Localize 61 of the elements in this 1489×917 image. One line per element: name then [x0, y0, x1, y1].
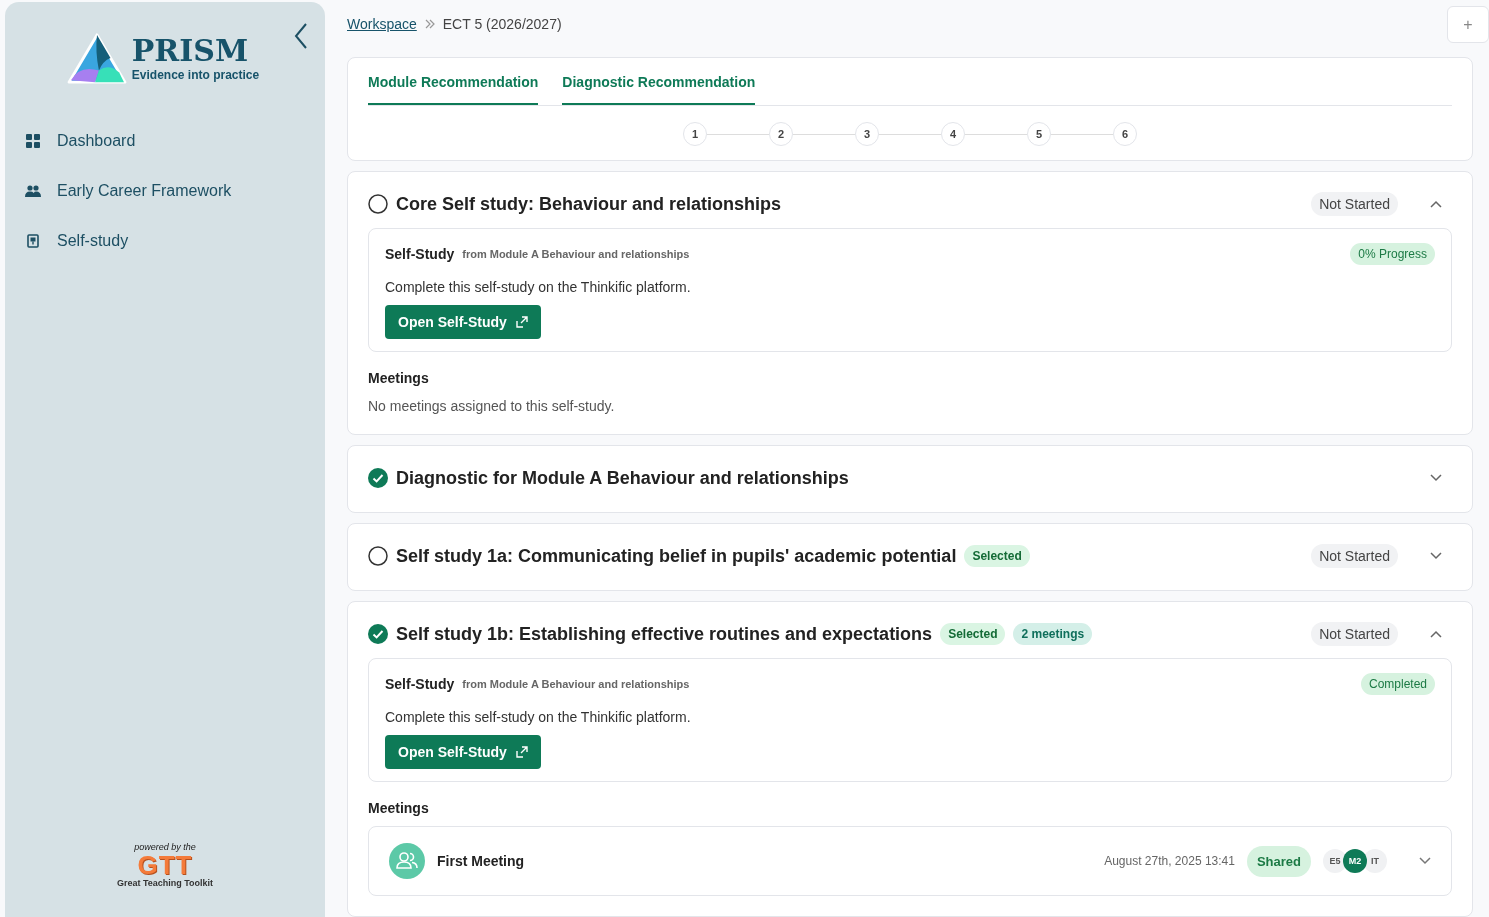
study-description: Complete this self-study on the Thinkific platform.: [385, 709, 692, 725]
prism-logo-icon: [65, 32, 128, 86]
study-label: Self-Study: [385, 676, 455, 692]
meetings-heading: Meetings: [368, 800, 430, 816]
logo-tagline: Evidence into practice: [131, 68, 260, 82]
check-circle-icon[interactable]: [368, 468, 388, 488]
section-title: Self study 1b: Establishing effective routines and expectations: [396, 623, 933, 645]
avatar: E5: [1323, 849, 1347, 873]
board-icon: [25, 234, 41, 248]
tag: Selected: [964, 545, 1030, 567]
breadcrumb-link[interactable]: Workspace: [347, 16, 417, 32]
tab[interactable]: Module Recommendation: [368, 74, 539, 105]
radio-circle-icon[interactable]: [368, 194, 388, 214]
status-badge: Not Started: [1311, 544, 1398, 568]
meetings-heading: Meetings: [368, 370, 430, 386]
section-title: Self study 1a: Communicating belief in pupils' academic potential: [396, 545, 957, 567]
progress-badge: 0% Progress: [1350, 243, 1435, 265]
caret-icon[interactable]: [1430, 630, 1442, 638]
section-title: Core Self study: Behaviour and relationships: [396, 193, 782, 215]
study-description: Complete this self-study on the Thinkific platform.: [385, 279, 692, 295]
open-self-study-button[interactable]: Open Self-Study: [385, 305, 541, 339]
avatar: M2: [1343, 849, 1367, 873]
gtt-subtitle: Great Teaching Toolkit: [116, 878, 214, 888]
radio-circle-icon[interactable]: [368, 546, 388, 566]
study-source: from Module A Behaviour and relationships: [462, 678, 690, 690]
chevron-right-icon: [424, 19, 435, 29]
breadcrumb-current: ECT 5 (2026/2027): [442, 16, 562, 32]
caret-icon[interactable]: [1419, 857, 1431, 865]
meeting-title: First Meeting: [437, 853, 525, 869]
check-circle-icon[interactable]: [368, 624, 388, 644]
section-title: Diagnostic for Module A Behaviour and relationships: [396, 467, 849, 489]
grid-icon: [25, 134, 41, 148]
people-icon: [389, 843, 425, 879]
meeting-row[interactable]: First Meeting August 27th, 2025 13:41 Shared E5 M2 IT: [368, 826, 1452, 896]
progress-badge: Completed: [1360, 673, 1435, 695]
collapse-icon[interactable]: [294, 22, 308, 50]
tag: 2 meetings: [1013, 623, 1093, 645]
nav-item[interactable]: Self-study: [5, 216, 325, 266]
tag: Selected: [940, 623, 1006, 645]
tab[interactable]: Diagnostic Recommendation: [562, 74, 756, 105]
status-badge: Not Started: [1311, 622, 1398, 646]
external-link-icon: [515, 316, 528, 328]
avatar: IT: [1363, 849, 1387, 873]
nav-item[interactable]: Early Career Framework: [5, 166, 325, 216]
add-button[interactable]: +: [1447, 6, 1489, 43]
empty-message: No meetings assigned to this self-study.: [368, 398, 616, 414]
status-badge: Not Started: [1311, 192, 1398, 216]
shared-badge: Shared: [1246, 845, 1311, 877]
logo-wordmark: PRISM: [131, 36, 250, 66]
caret-icon[interactable]: [1430, 552, 1442, 560]
study-label: Self-Study: [385, 246, 455, 262]
gtt-logo: GTT: [137, 852, 193, 878]
caret-icon[interactable]: [1430, 474, 1442, 482]
meeting-date: August 27th, 2025 13:41: [1104, 854, 1235, 868]
powered-by-caption: powered by the: [134, 842, 196, 852]
people-icon: [25, 185, 41, 197]
study-source: from Module A Behaviour and relationships: [462, 248, 690, 260]
external-link-icon: [515, 746, 528, 758]
nav-item[interactable]: Dashboard: [5, 116, 325, 166]
caret-icon[interactable]: [1430, 200, 1442, 208]
open-self-study-button[interactable]: Open Self-Study: [385, 735, 541, 769]
